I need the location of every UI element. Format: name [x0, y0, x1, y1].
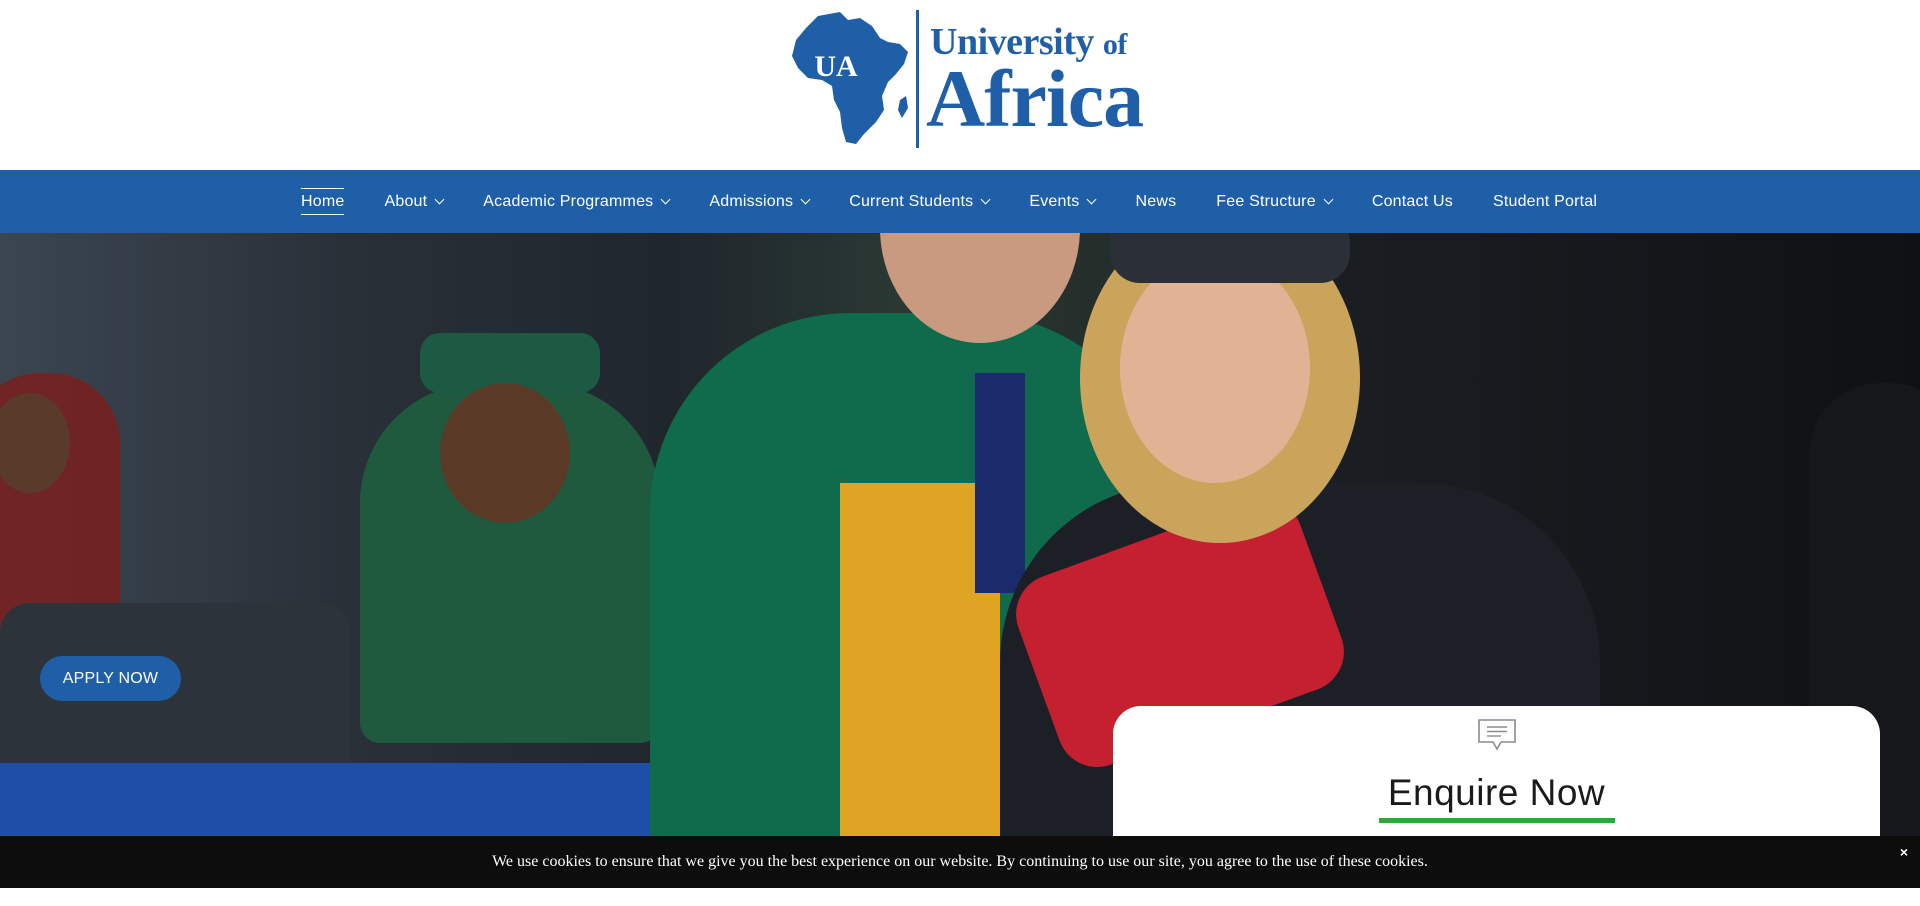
nav-item-admissions[interactable]: Admissions [709, 170, 811, 233]
nav-item-current-students[interactable]: Current Students [849, 170, 991, 233]
chevron-down-icon [980, 194, 991, 205]
cookie-banner: We use cookies to ensure that we give yo… [0, 836, 1920, 888]
hero-figure-face [440, 383, 570, 523]
hero-main-tie [975, 373, 1025, 593]
chat-bubble-icon [1478, 719, 1516, 751]
chevron-down-icon [434, 194, 445, 205]
nav-item-home[interactable]: Home [301, 170, 345, 233]
hero-graduate-face [1120, 253, 1310, 483]
nav-item-news[interactable]: News [1135, 170, 1176, 233]
logo-divider [916, 10, 919, 148]
nav-item-fee-structure[interactable]: Fee Structure [1216, 170, 1334, 233]
logo-text-africa: Africa [926, 53, 1144, 144]
nav-item-contact-us[interactable]: Contact Us [1372, 170, 1453, 233]
site-header: UA University of Africa [0, 0, 1920, 170]
hero-graduate-cap [1110, 233, 1350, 283]
enquire-title: Enquire Now [1387, 772, 1606, 813]
university-logo[interactable]: UA University of Africa [788, 8, 1144, 150]
nav-item-student-portal[interactable]: Student Portal [1493, 170, 1597, 233]
apply-now-button[interactable]: APPLY NOW [40, 656, 181, 701]
chevron-down-icon [660, 194, 671, 205]
logo-monogram: UA [814, 50, 858, 83]
cookie-close-icon[interactable]: × [1900, 844, 1908, 860]
enquire-title-underline [1379, 818, 1615, 823]
africa-map-icon: UA [792, 12, 908, 144]
nav-item-about[interactable]: About [384, 170, 445, 233]
nav-item-events[interactable]: Events [1029, 170, 1097, 233]
chevron-down-icon [800, 194, 811, 205]
chevron-down-icon [1323, 194, 1334, 205]
cookie-message: We use cookies to ensure that we give yo… [492, 853, 1428, 870]
main-navbar: Home About Academic Programmes Admission… [0, 170, 1920, 233]
main-nav: Home About Academic Programmes Admission… [301, 170, 1637, 233]
nav-item-academic-programmes[interactable]: Academic Programmes [483, 170, 671, 233]
chevron-down-icon [1087, 194, 1097, 205]
